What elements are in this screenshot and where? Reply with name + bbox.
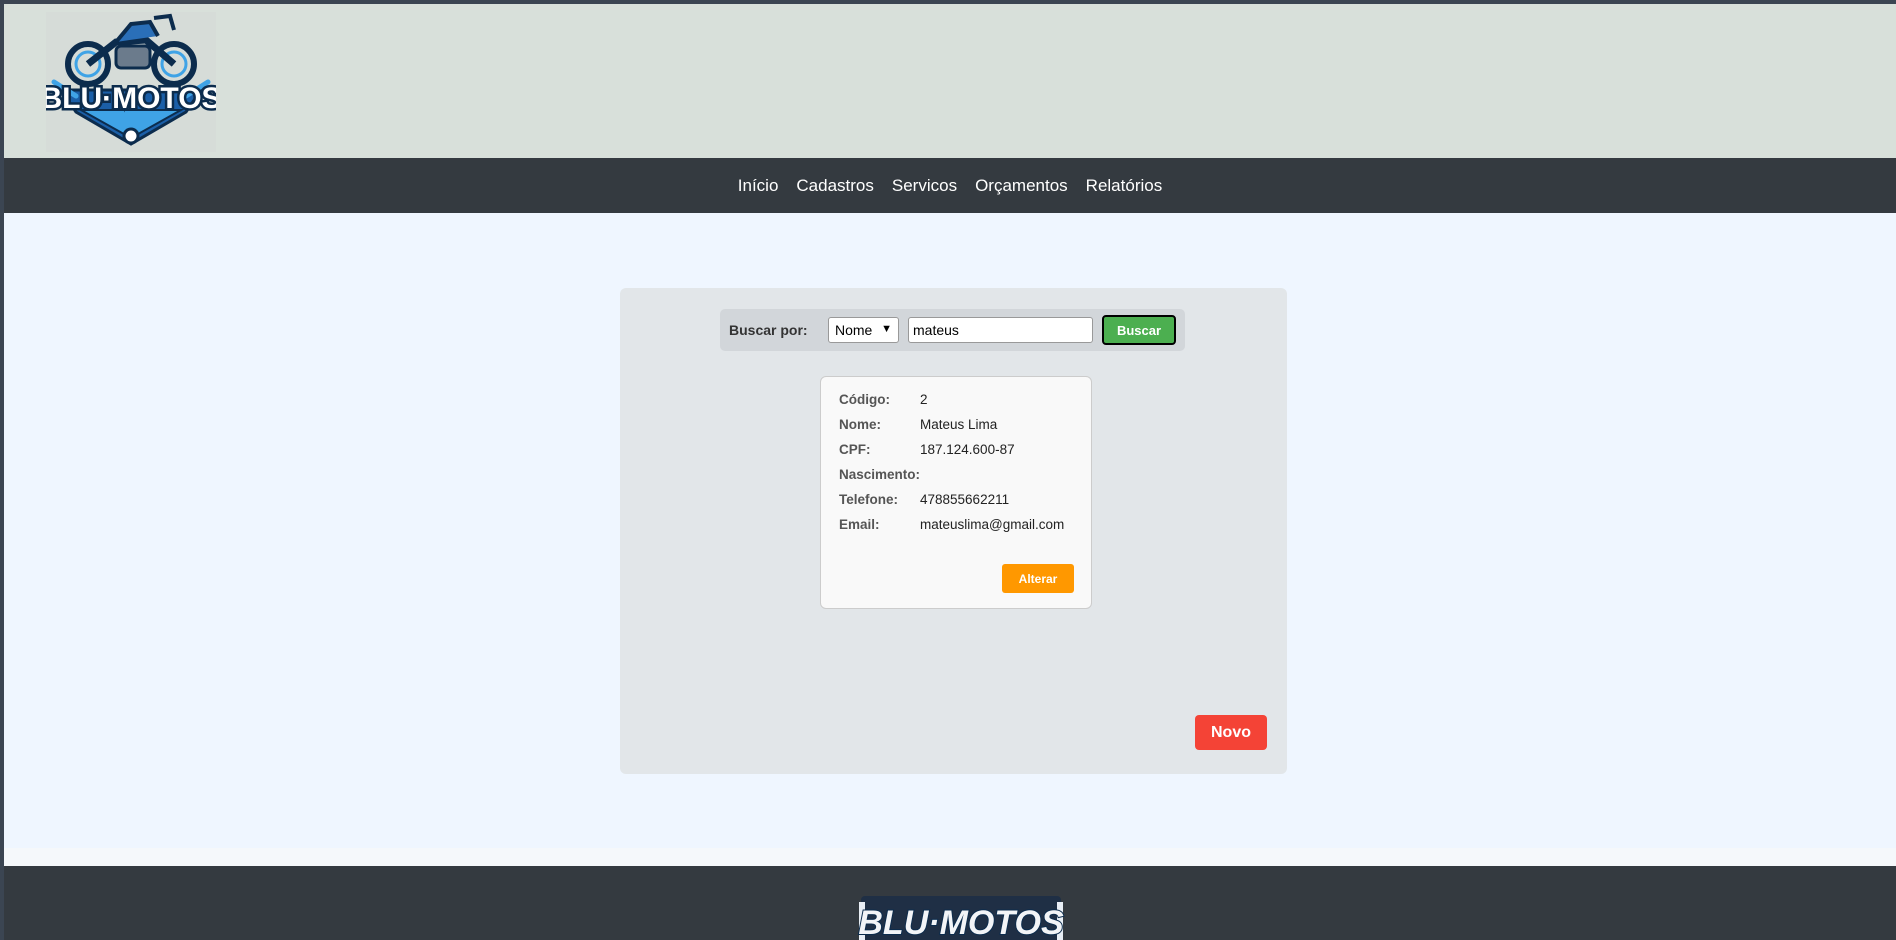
nav-item-cadastros[interactable]: Cadastros (796, 176, 873, 196)
field-label: Email: (839, 517, 880, 532)
field-label: Nascimento: (839, 467, 921, 482)
nav-item-inicio[interactable]: Início (738, 176, 779, 196)
search-input[interactable] (908, 317, 1093, 343)
brand-logo[interactable]: BLU·MOTOS (38, 12, 224, 152)
nav-item-orcamentos[interactable]: Orçamentos (975, 176, 1068, 196)
footer: BLU·MOTOS (4, 866, 1896, 940)
field-value: 478855662211 (920, 492, 1010, 507)
footer-logo[interactable]: BLU·MOTOS (857, 896, 1065, 940)
search-field-select[interactable]: Nome ▼ (828, 317, 899, 343)
client-card: Código: 2 Nome: Mateus Lima CPF: 187.124… (820, 376, 1092, 609)
footer-logo-icon: BLU·MOTOS (857, 896, 1065, 940)
field-label: Telefone: (839, 492, 899, 507)
main-nav: Início Cadastros Servicos Orçamentos Rel… (4, 158, 1896, 213)
field-label: Código: (839, 392, 890, 407)
footer-logo-text: BLU·MOTOS (858, 904, 1064, 940)
logo-text: BLU·MOTOS (46, 82, 216, 115)
client-panel: Buscar por: Nome ▼ Buscar Código: 2 Nome… (620, 288, 1287, 774)
new-client-button[interactable]: Novo (1195, 715, 1267, 750)
field-value: 187.124.600-87 (920, 442, 1015, 457)
app-window: BLU·MOTOS Início Cadastros Servicos Orça… (4, 4, 1896, 940)
footer-divider (4, 848, 1896, 866)
chevron-down-icon: ▼ (881, 323, 892, 335)
field-label: Nome: (839, 417, 882, 432)
search-button[interactable]: Buscar (1102, 315, 1176, 345)
search-bar: Buscar por: Nome ▼ Buscar (720, 309, 1185, 351)
nav-item-relatorios[interactable]: Relatórios (1086, 176, 1163, 196)
field-label: CPF: (839, 442, 871, 457)
motorcycle-logo-icon: BLU·MOTOS (38, 13, 224, 146)
field-value: mateuslima@gmail.com (920, 517, 1065, 532)
field-value: Mateus Lima (920, 417, 998, 432)
field-value: 2 (920, 392, 928, 407)
edit-button[interactable]: Alterar (1002, 564, 1074, 593)
header: BLU·MOTOS (4, 4, 1896, 158)
search-field-selected: Nome (835, 322, 873, 338)
nav-item-servicos[interactable]: Servicos (892, 176, 957, 196)
search-label: Buscar por: (729, 322, 808, 338)
